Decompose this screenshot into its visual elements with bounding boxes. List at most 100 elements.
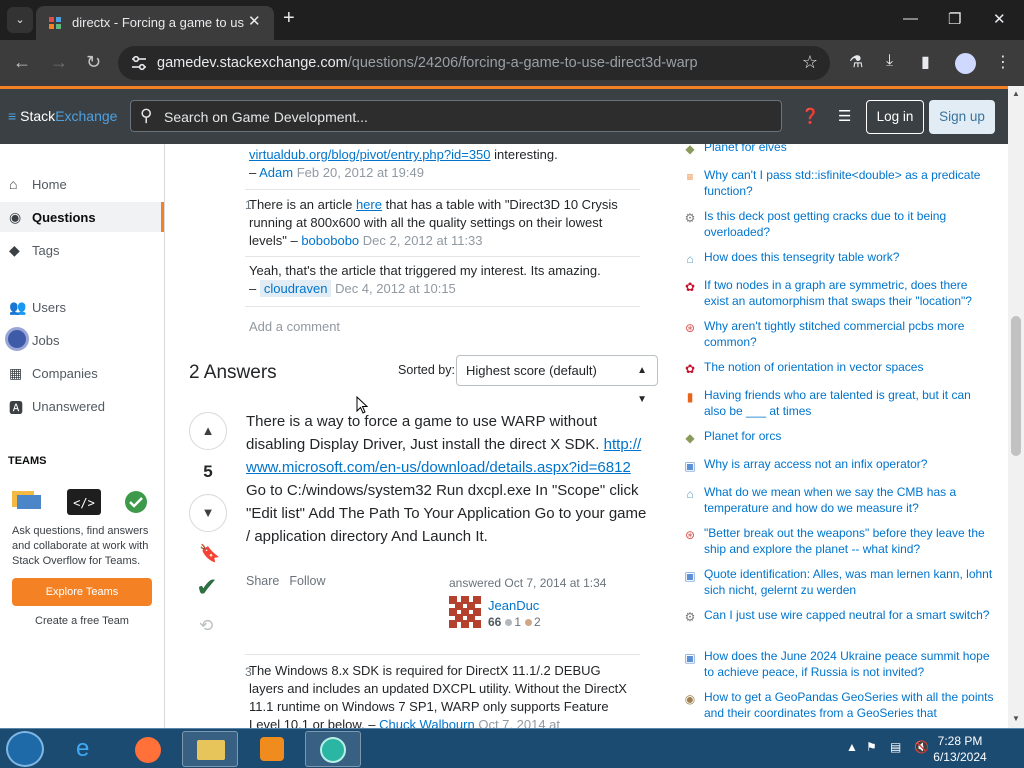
sidebar-item-label: Home xyxy=(32,177,67,192)
forward-icon[interactable]: → xyxy=(50,52,68,73)
bookmark-icon[interactable]: 🔖 xyxy=(199,544,220,564)
silver-badge-icon xyxy=(505,619,513,626)
comment-link[interactable]: here xyxy=(356,197,382,212)
tab-search-button[interactable]: ⌄ xyxy=(7,7,33,33)
user-avatar[interactable] xyxy=(449,596,481,628)
comment-date[interactable]: Oct 7, 2014 at xyxy=(478,717,560,728)
site-icon: ▣ xyxy=(684,459,696,473)
taskbar-clock[interactable]: 7:28 PM 6/13/2024 xyxy=(930,733,990,765)
site-switcher-icon[interactable]: ☰ xyxy=(838,107,851,125)
comment-text: Yeah, that's the article that triggered … xyxy=(249,263,601,278)
hot-question-link[interactable]: How does the June 2024 Ukraine peace sum… xyxy=(704,649,994,680)
hot-question-link[interactable]: Planet for orcs xyxy=(704,429,994,445)
network-icon[interactable]: ▤ xyxy=(890,740,901,754)
hot-question-link[interactable]: Having friends who are talented is great… xyxy=(704,388,994,419)
volume-muted-icon[interactable]: 🔇 xyxy=(914,740,929,754)
comment-link[interactable]: virtualdub.org/blog/pivot/entry.php?id=3… xyxy=(249,147,491,162)
media-player-icon[interactable] xyxy=(244,731,300,767)
hot-question-link[interactable]: If two nodes in a graph are symmetric, d… xyxy=(704,278,994,309)
sidebar-item-questions[interactable]: ◉ Questions xyxy=(0,202,164,232)
hot-question-link[interactable]: Planet for elves xyxy=(704,144,994,156)
minimize-icon[interactable]: — xyxy=(903,10,918,27)
comment-divider xyxy=(245,256,640,257)
hamburger-icon[interactable]: ≡ xyxy=(8,108,16,124)
site-search-input[interactable]: ⚲ Search on Game Development... xyxy=(130,100,782,132)
left-sidebar: ⌂ Home ◉ Questions ◆ Tags 👥 Users Jobs ▦ Comp… xyxy=(0,144,165,728)
hot-question-link[interactable]: How to get a GeoPandas GeoSeries with al… xyxy=(704,690,994,721)
comment-divider xyxy=(245,189,640,190)
side-panel-icon[interactable]: ▮ xyxy=(921,52,930,72)
maximize-icon[interactable]: ❐ xyxy=(948,10,961,28)
download-icon[interactable]: ⤓ xyxy=(886,52,893,70)
sidebar-item-tags[interactable]: ◆ Tags xyxy=(0,235,164,265)
create-free-team-link[interactable]: Create a free Team xyxy=(12,615,152,627)
answered-timestamp[interactable]: answered Oct 7, 2014 at 1:34 xyxy=(449,576,606,590)
sidebar-item-jobs[interactable]: Jobs xyxy=(0,325,164,355)
comment: Yeah, that's the article that triggered … xyxy=(249,263,601,297)
login-button[interactable]: Log in xyxy=(866,100,924,134)
share-link[interactable]: Share xyxy=(246,574,279,588)
internet-explorer-icon[interactable]: e xyxy=(60,731,116,767)
start-button[interactable] xyxy=(6,731,44,767)
hot-question-link[interactable]: How does this tensegrity table work? xyxy=(704,250,994,266)
close-window-icon[interactable]: ✕ xyxy=(993,10,1006,28)
comment-user[interactable]: bobobobo xyxy=(301,233,359,248)
page-content: ⌂ Home ◉ Questions ◆ Tags 👥 Users Jobs ▦ Comp… xyxy=(0,144,1024,728)
comment-user[interactable]: Adam xyxy=(259,165,293,180)
chrome-running-icon[interactable] xyxy=(305,731,361,767)
sort-select[interactable]: Highest score (default) ▲ ▼ xyxy=(456,355,658,405)
downvote-button[interactable]: ▼ xyxy=(189,494,227,532)
scroll-up-icon[interactable]: ▲ xyxy=(1012,89,1020,98)
back-icon[interactable]: ← xyxy=(13,52,31,73)
hot-question-link[interactable]: "Better break out the weapons" before th… xyxy=(704,526,994,557)
tab-close-icon[interactable]: ✕ xyxy=(248,12,261,30)
browser-tab[interactable]: directx - Forcing a game to use ✕ xyxy=(36,6,274,40)
answer-user-name[interactable]: JeanDuc xyxy=(488,598,539,613)
site-icon: ⊛ xyxy=(684,321,696,335)
hot-question-link[interactable]: What do we mean when we say the CMB has … xyxy=(704,485,994,516)
action-center-flag-icon[interactable]: ⚑ xyxy=(866,740,877,754)
stackexchange-logo[interactable]: ≡ StackExchange xyxy=(8,108,117,124)
sidebar-item-companies[interactable]: ▦ Companies xyxy=(0,358,164,388)
explore-teams-button[interactable]: Explore Teams xyxy=(12,578,152,606)
firefox-icon[interactable] xyxy=(120,731,176,767)
reload-icon[interactable]: ↻ xyxy=(86,52,101,73)
comment-user[interactable]: Chuck Walbourn xyxy=(379,717,475,728)
add-comment-link[interactable]: Add a comment xyxy=(249,319,340,334)
comment: The Windows 8.x SDK is required for Dire… xyxy=(249,662,629,728)
bookmark-star-icon[interactable]: ☆ xyxy=(802,52,818,73)
site-info-icon[interactable] xyxy=(130,54,148,72)
hot-question-link[interactable]: Why aren't tightly stitched commercial p… xyxy=(704,319,994,350)
follow-link[interactable]: Follow xyxy=(289,574,325,588)
hot-question-link[interactable]: The notion of orientation in vector spac… xyxy=(704,360,994,376)
hot-question-link[interactable]: Quote identification: Alles, was man ler… xyxy=(704,567,994,598)
sidebar-item-label: Companies xyxy=(32,366,98,381)
upvote-button[interactable]: ▲ xyxy=(189,412,227,450)
signup-button[interactable]: Sign up xyxy=(929,100,995,134)
comment-date[interactable]: Feb 20, 2012 at 19:49 xyxy=(297,165,424,180)
history-icon[interactable]: ⟲ xyxy=(199,616,213,636)
comment-date[interactable]: Dec 4, 2012 at 10:15 xyxy=(335,281,456,296)
address-bar[interactable]: gamedev.stackexchange.com/questions/2420… xyxy=(118,46,830,80)
hot-question-link[interactable]: Why can't I pass std::isfinite<double> a… xyxy=(704,168,994,199)
sidebar-item-unanswered[interactable]: 🅰 Unanswered xyxy=(0,391,164,421)
new-tab-icon[interactable]: + xyxy=(283,7,295,30)
hot-question-link[interactable]: Is this deck post getting cracks due to … xyxy=(704,209,994,240)
comment-user[interactable]: cloudraven xyxy=(259,280,332,297)
browser-menu-icon[interactable]: ⋮ xyxy=(995,52,1011,72)
sidebar-item-users[interactable]: 👥 Users xyxy=(0,292,164,322)
file-explorer-icon[interactable] xyxy=(182,731,238,767)
mouse-cursor-icon xyxy=(356,396,368,414)
help-icon[interactable]: ❓ xyxy=(801,107,820,125)
sorted-by-label: Sorted by: xyxy=(398,363,455,377)
scroll-down-icon[interactable]: ▼ xyxy=(1012,714,1020,723)
hot-question-link[interactable]: Can I just use wire capped neutral for a… xyxy=(704,608,994,624)
hot-question-link[interactable]: Why is array access not an infix operato… xyxy=(704,457,994,473)
comment-date[interactable]: Dec 2, 2012 at 11:33 xyxy=(363,233,483,248)
page-scrollbar[interactable]: ▲ ▼ xyxy=(1008,86,1024,728)
tray-expand-icon[interactable]: ▲ xyxy=(846,740,858,754)
scrollbar-thumb[interactable] xyxy=(1011,316,1021,456)
sidebar-item-home[interactable]: ⌂ Home xyxy=(0,169,164,199)
profile-avatar-icon[interactable] xyxy=(955,53,976,74)
labs-icon[interactable]: ⚗ xyxy=(849,52,863,72)
